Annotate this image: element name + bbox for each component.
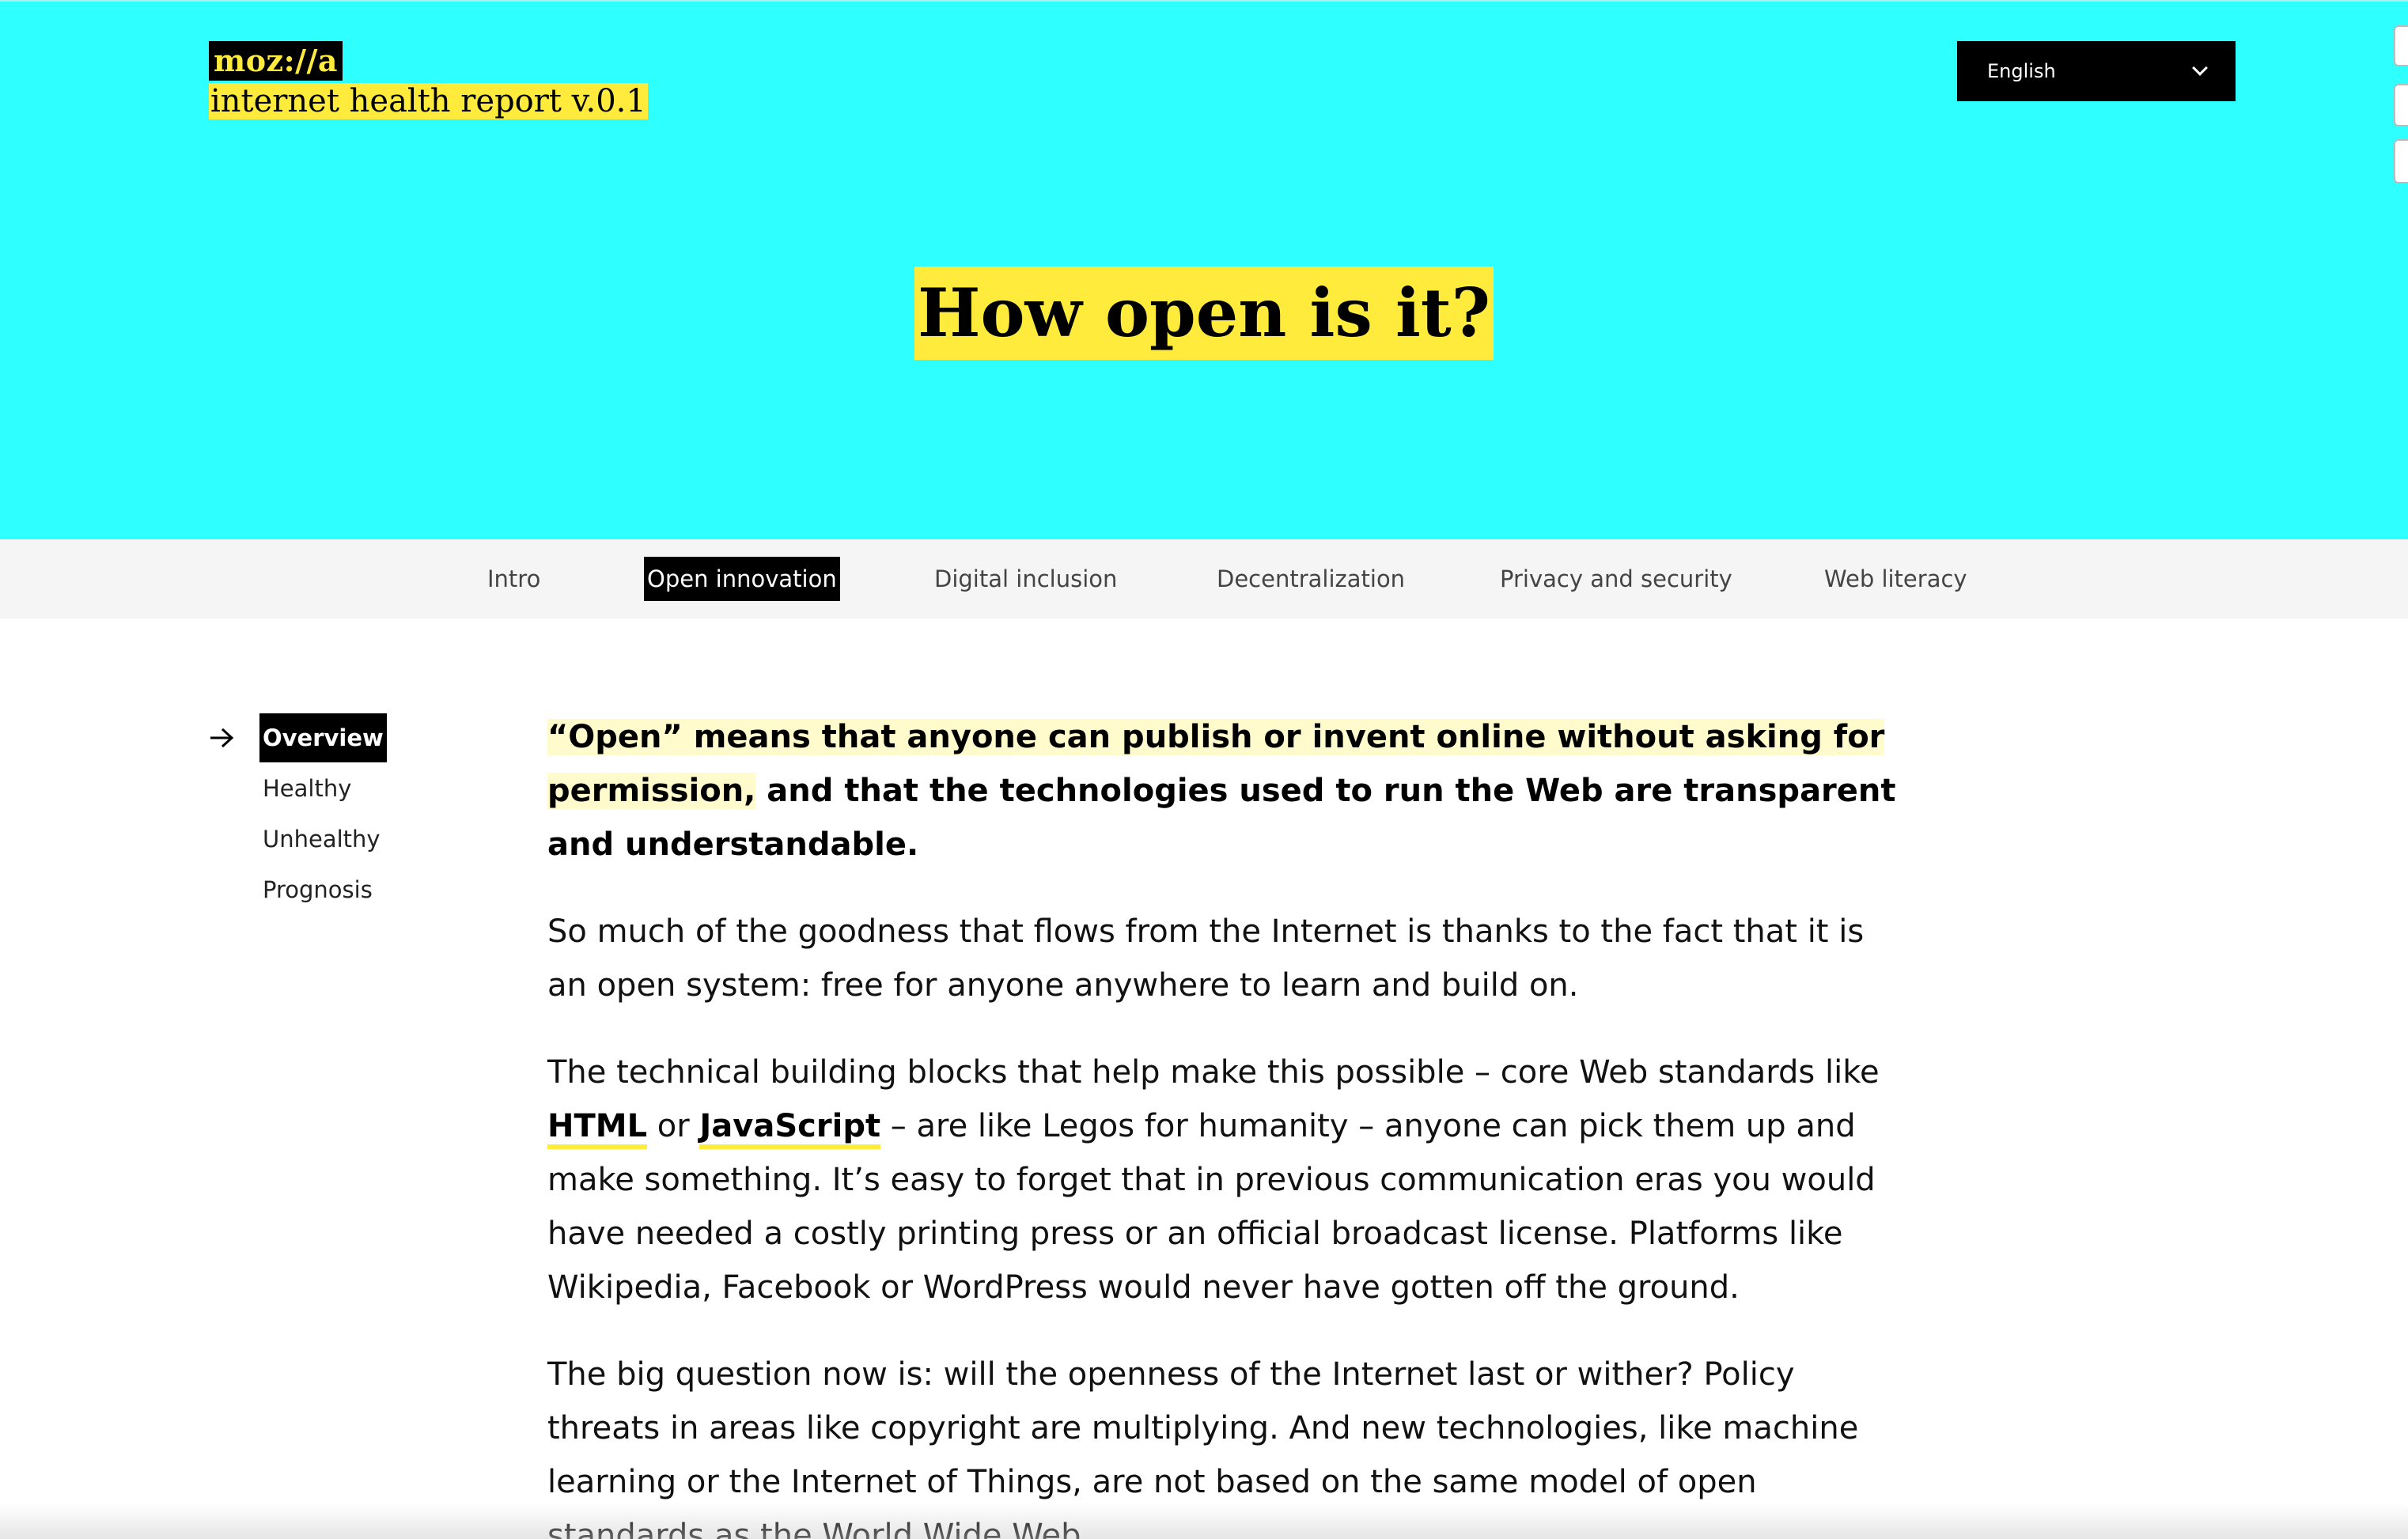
report-title-text[interactable]: internet health report v.0.1 [209,83,648,119]
topic-tab-bar: Intro Open innovation Digital inclusion … [0,539,2408,618]
window-edge-control[interactable] [2394,139,2408,183]
page-title: How open is it? [0,267,2408,360]
tab-intro[interactable]: Intro [484,557,543,601]
paragraph-2-text-b: or [647,1108,700,1144]
paragraph-2: The technical building blocks that help … [547,1046,1908,1314]
language-selected: English [1987,60,2056,82]
section-nav-unhealthy[interactable]: Unhealthy [259,815,384,864]
language-select[interactable]: English [1957,41,2236,101]
section-nav-prognosis[interactable]: Prognosis [259,865,376,914]
window-edge-control[interactable] [2394,84,2408,127]
tab-web-literacy[interactable]: Web literacy [1821,557,1971,601]
arrow-right-icon [210,728,234,748]
paragraph-2-text-a: The technical building blocks that help … [547,1054,1880,1091]
tab-privacy-and-security[interactable]: Privacy and security [1497,557,1736,601]
mozilla-logo[interactable]: moz://a [209,41,343,81]
tab-digital-inclusion[interactable]: Digital inclusion [931,557,1120,601]
article-body: “Open” means that anyone can publish or … [547,710,1908,1539]
section-nav-healthy[interactable]: Healthy [259,764,354,813]
paragraph-1: So much of the goodness that flows from … [547,913,1865,1004]
window-edge-control[interactable] [2394,25,2408,66]
javascript-link[interactable]: JavaScript [699,1108,881,1149]
hero-banner: moz://a internet health report v.0.1 Eng… [0,0,2408,539]
page-title-text: How open is it? [914,267,1494,360]
html-link[interactable]: HTML [547,1108,648,1149]
lede-paragraph: “Open” means that anyone can publish or … [547,710,1908,872]
section-nav-overview[interactable]: Overview [259,713,387,762]
logo-block[interactable]: moz://a internet health report v.0.1 [209,41,648,122]
window-bottom-shadow [0,1503,2408,1539]
tab-decentralization[interactable]: Decentralization [1213,557,1408,601]
chevron-down-icon [2192,60,2208,76]
tab-open-innovation[interactable]: Open innovation [644,557,840,601]
report-title[interactable]: internet health report v.0.1 [209,81,648,122]
